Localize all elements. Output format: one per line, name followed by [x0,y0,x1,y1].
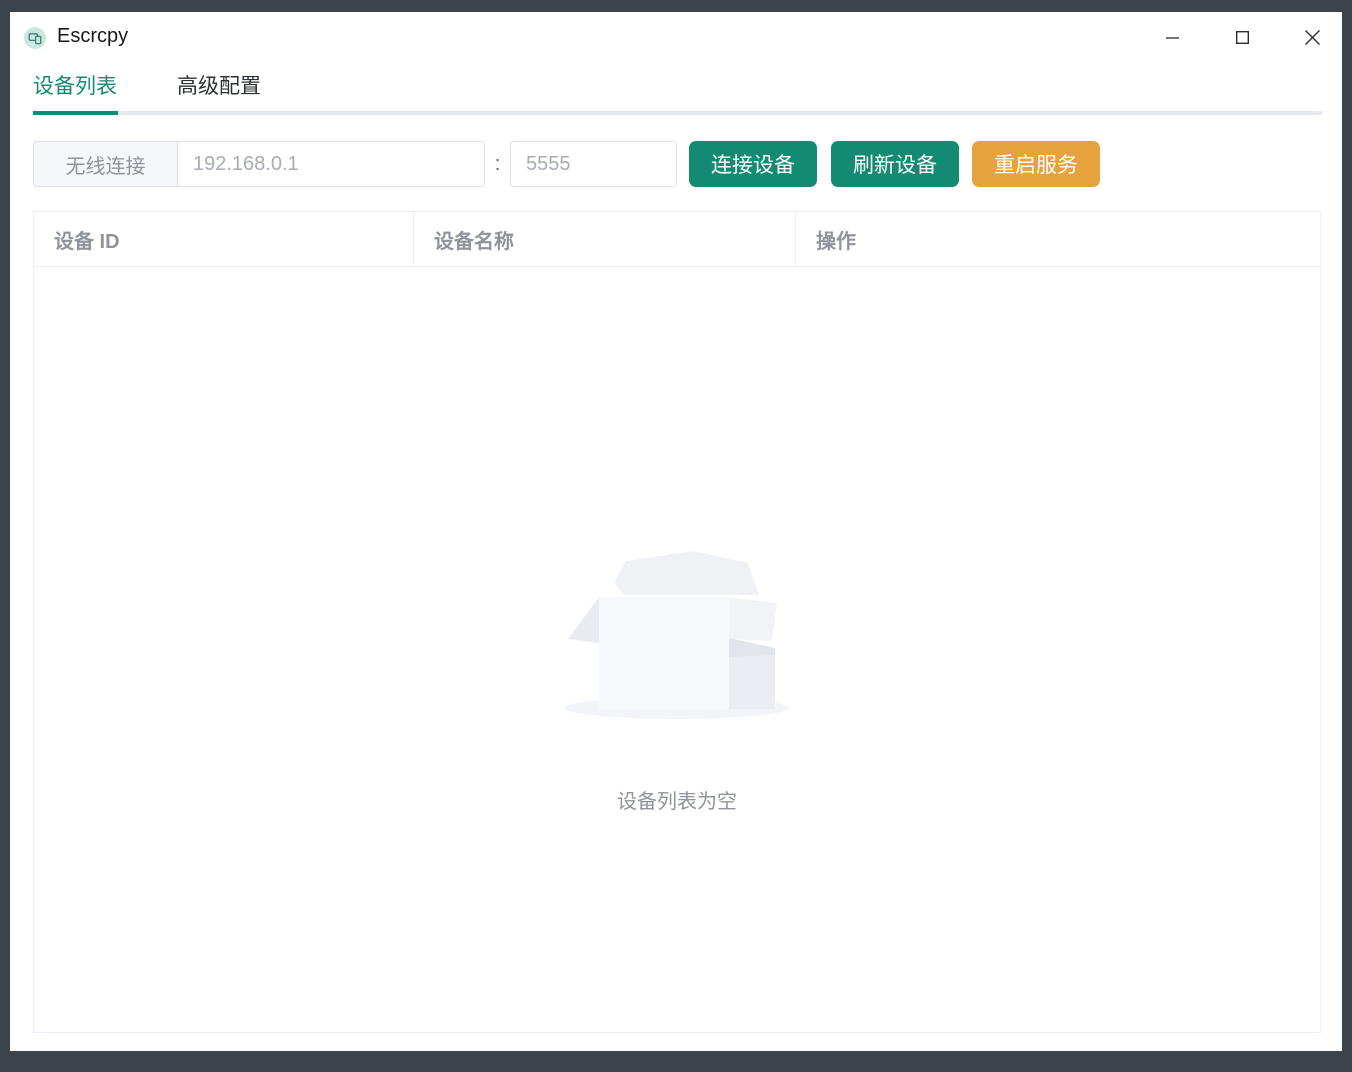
device-table: 设备 ID 设备名称 操作 设备列表为空 [33,211,1321,1033]
tab-active-indicator [33,111,118,115]
tab-device-list[interactable]: 设备列表 [33,73,117,101]
minimize-icon [1165,30,1180,45]
close-button[interactable] [1288,18,1336,56]
maximize-icon [1235,30,1250,45]
tabs-underline-track [33,111,1322,115]
ip-address-input[interactable] [178,142,484,186]
connect-device-button[interactable]: 连接设备 [689,141,817,187]
port-separator: : [485,141,510,187]
app-title: Escrcpy [57,25,128,48]
restart-service-button[interactable]: 重启服务 [972,141,1100,187]
column-header-device-id: 设备 ID [34,212,414,266]
port-input[interactable] [510,141,677,187]
empty-state-text: 设备列表为空 [617,785,737,814]
tab-advanced-config[interactable]: 高级配置 [177,73,261,101]
table-header-row: 设备 ID 设备名称 操作 [34,212,1320,267]
minimize-button[interactable] [1148,18,1196,56]
column-header-actions: 操作 [796,212,1320,266]
close-icon [1304,29,1321,46]
titlebar: Escrcpy [10,12,1342,66]
maximize-button[interactable] [1218,18,1266,56]
wireless-connect-label: 无线连接 [34,142,178,186]
tabs-nav: 设备列表 高级配置 [33,73,261,101]
app-logo-icon [24,27,46,49]
window-controls [1148,18,1336,56]
empty-box-illustration [562,551,792,721]
connection-toolbar: 无线连接 : 连接设备 刷新设备 重启服务 [33,141,1100,187]
wireless-address-group: 无线连接 [33,141,485,187]
refresh-devices-button[interactable]: 刷新设备 [831,141,959,187]
column-header-device-name: 设备名称 [414,212,796,266]
table-body-empty-state: 设备列表为空 [34,267,1320,1032]
app-window: Escrcpy 设备列表 高级配置 [10,12,1342,1051]
